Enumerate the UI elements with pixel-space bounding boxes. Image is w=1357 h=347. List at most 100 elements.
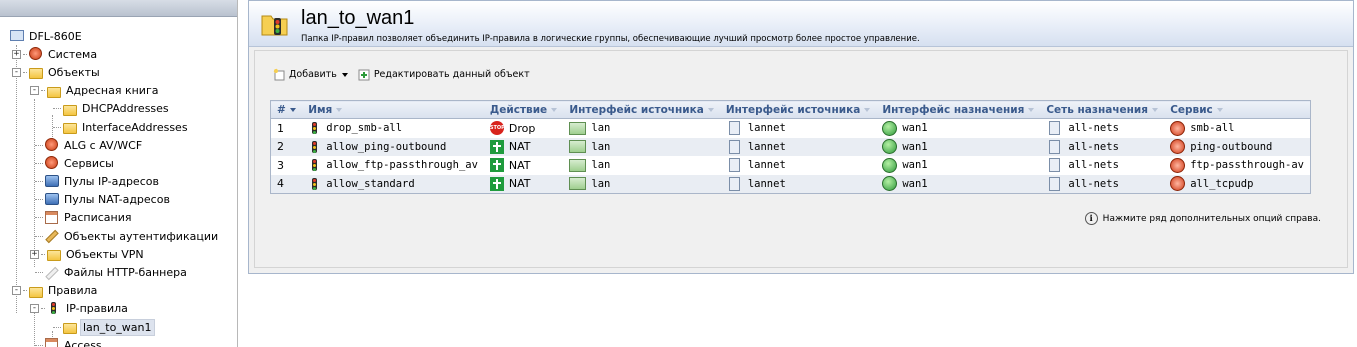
tree-item-label: InterfaceAddresses bbox=[82, 120, 188, 134]
expand-toggle[interactable]: + bbox=[12, 49, 21, 59]
column-header-service[interactable]: Сервис bbox=[1164, 100, 1311, 119]
folder-icon bbox=[63, 102, 77, 116]
nat-pool-icon bbox=[45, 192, 59, 207]
table-header-row: # Имя Действие Интерфейс источника Интер… bbox=[270, 100, 1311, 119]
table-row[interactable]: 3 allow_ftp-passthrough_av NAT lan lanne… bbox=[270, 156, 1311, 175]
column-header-source-network[interactable]: Интерфейс источника bbox=[719, 100, 877, 119]
service: smb-all bbox=[1190, 122, 1235, 135]
page-description: Папка IP-правил позволяет объединить IP-… bbox=[301, 34, 920, 44]
source-network: lannet bbox=[747, 159, 786, 172]
tree-item-system[interactable]: + Система bbox=[0, 45, 237, 63]
interface-icon bbox=[569, 177, 587, 191]
source-interface: lan bbox=[591, 122, 611, 135]
destination-network: all-nets bbox=[1068, 159, 1119, 172]
table-row[interactable]: 2 allow_ping-outbound NAT lan lannet wan… bbox=[270, 137, 1311, 156]
hint-message: i Нажмите ряд дополнительных опций справ… bbox=[1084, 212, 1321, 225]
collapse-toggle[interactable]: - bbox=[12, 67, 21, 77]
wan-interface-icon bbox=[882, 139, 898, 155]
chevron-down-icon bbox=[341, 72, 348, 77]
folder-icon bbox=[63, 120, 77, 135]
tree-item-address-book[interactable]: - Адресная книга bbox=[0, 82, 237, 100]
rule-folder-icon bbox=[261, 9, 289, 37]
tree-item-device[interactable]: DFL-860E bbox=[0, 27, 237, 45]
tree-item-label: DHCPAddresses bbox=[82, 102, 169, 116]
schedule-icon bbox=[45, 210, 59, 225]
column-header-source-interface[interactable]: Интерфейс источника bbox=[563, 100, 720, 119]
tree-header bbox=[0, 0, 237, 17]
toolbar: Добавить Редактировать данный объект bbox=[273, 68, 530, 81]
wan-interface-icon bbox=[882, 176, 898, 192]
network-object-icon bbox=[728, 176, 740, 191]
source-network: lannet bbox=[747, 122, 786, 135]
rule-name: allow_standard bbox=[326, 177, 415, 190]
table-row[interactable]: 1 drop_smb-all STOP Drop lan lannet wan1 … bbox=[270, 118, 1311, 138]
tree-item-label: Правила bbox=[48, 284, 98, 298]
collapse-toggle[interactable]: - bbox=[12, 286, 21, 296]
service-icon bbox=[1170, 120, 1186, 136]
tree-item-nat-pools[interactable]: Пулы NAT-адресов bbox=[0, 191, 237, 209]
tree-item-label: IP-правила bbox=[66, 302, 128, 316]
column-header-number[interactable]: # bbox=[270, 100, 303, 119]
add-button-label: Добавить bbox=[289, 69, 337, 80]
tree-item-auth-objects[interactable]: Объекты аутентификации bbox=[0, 227, 237, 245]
tree-item-objects[interactable]: - Объекты bbox=[0, 63, 237, 81]
table-row[interactable]: 4 allow_standard NAT lan lannet wan1 all… bbox=[270, 174, 1311, 194]
source-network: lannet bbox=[747, 140, 786, 153]
collapse-toggle[interactable]: - bbox=[30, 86, 39, 96]
folder-icon bbox=[29, 65, 43, 80]
tree-item-dhcp-addresses[interactable]: DHCPAddresses bbox=[0, 100, 237, 118]
tree-item-alg[interactable]: ALG с AV/WCF bbox=[0, 136, 237, 154]
service: ftp-passthrough-av bbox=[1190, 159, 1304, 172]
tree-item-label: Расписания bbox=[64, 211, 132, 225]
destination-interface: wan1 bbox=[902, 140, 928, 153]
address-book-icon bbox=[47, 84, 61, 98]
tree-item-services[interactable]: Сервисы bbox=[0, 154, 237, 172]
tree-item-ip-rules[interactable]: - IP-правила bbox=[0, 300, 237, 318]
rule-action: NAT bbox=[508, 158, 531, 172]
service-icon bbox=[1170, 157, 1186, 173]
nat-icon bbox=[489, 158, 504, 173]
network-object-icon bbox=[1049, 176, 1061, 191]
destination-interface: wan1 bbox=[902, 122, 928, 135]
service: ping-outbound bbox=[1190, 140, 1273, 153]
tree-item-label: Объекты bbox=[48, 65, 100, 79]
tree-item-label: Пулы NAT-адресов bbox=[64, 193, 170, 207]
rule-folder-icon bbox=[63, 320, 77, 335]
column-header-action[interactable]: Действие bbox=[483, 100, 564, 119]
ip-rule-icon bbox=[312, 122, 318, 135]
tree-item-schedules[interactable]: Расписания bbox=[0, 209, 237, 227]
edit-object-button[interactable]: Редактировать данный объект bbox=[358, 68, 530, 81]
access-icon bbox=[45, 338, 59, 347]
page-title: lan_to_wan1 bbox=[301, 7, 415, 29]
tree-item-http-banner-files[interactable]: Файлы HTTP-баннера bbox=[0, 263, 237, 281]
rule-action: Drop bbox=[508, 121, 536, 135]
wan-interface-icon bbox=[882, 157, 898, 173]
expand-toggle[interactable]: + bbox=[30, 249, 39, 259]
column-header-name[interactable]: Имя bbox=[302, 100, 484, 119]
tree-item-rules[interactable]: - Правила bbox=[0, 282, 237, 300]
collapse-toggle[interactable]: - bbox=[30, 304, 39, 314]
tree-item-label: Сервисы bbox=[64, 156, 114, 170]
tree-item-access[interactable]: Access bbox=[0, 336, 237, 347]
tree-item-vpn-objects[interactable]: + Объекты VPN bbox=[0, 245, 237, 263]
network-object-icon bbox=[1049, 121, 1061, 136]
interface-icon bbox=[569, 158, 587, 172]
column-header-destination-interface[interactable]: Интерфейс назначения bbox=[876, 100, 1041, 119]
tree-item-label: Адресная книга bbox=[66, 84, 159, 98]
tree-item-label: Система bbox=[48, 47, 98, 61]
column-header-destination-network[interactable]: Сеть назначения bbox=[1040, 100, 1165, 119]
stop-icon: STOP bbox=[489, 121, 505, 136]
folder-icon bbox=[47, 247, 61, 262]
alg-icon bbox=[45, 138, 59, 152]
add-button[interactable]: Добавить bbox=[273, 68, 348, 81]
ip-rule-icon bbox=[312, 140, 318, 153]
wan-interface-icon bbox=[882, 120, 898, 136]
navigation-tree: DFL-860E + Система - Объекты - Адресная … bbox=[0, 0, 238, 347]
ip-pool-icon bbox=[45, 174, 59, 189]
service-icon bbox=[1170, 176, 1186, 192]
tree-item-ip-pools[interactable]: Пулы IP-адресов bbox=[0, 173, 237, 191]
interface-icon bbox=[569, 121, 587, 135]
tree-item-interface-addresses[interactable]: InterfaceAddresses bbox=[0, 118, 237, 136]
tree-item-lan-to-wan1[interactable]: lan_to_wan1 bbox=[0, 318, 237, 336]
destination-network: all-nets bbox=[1068, 122, 1119, 135]
